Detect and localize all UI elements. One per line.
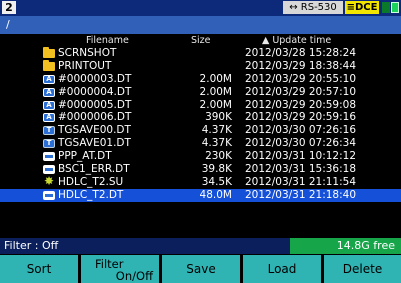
file-row[interactable]: SCRNSHOT 2012/03/28 15:28:24 xyxy=(0,47,401,60)
status-bar: Filter : Off 14.8G free xyxy=(0,238,401,254)
file-row[interactable]: A #0000003.DT 2.00M 2012/03/29 20:55:10 xyxy=(0,73,401,86)
file-size: 2.00M xyxy=(199,85,232,98)
file-name: #0000003.DT xyxy=(58,72,132,85)
file-row[interactable]: PRINTOUT 2012/03/29 18:38:44 xyxy=(0,59,401,73)
col-filename[interactable]: Filename xyxy=(86,35,129,46)
top-status-bar: 2 ↔ RS-530 ≡DCE xyxy=(0,0,401,16)
file-update-time: 2012/03/29 20:55:10 xyxy=(245,72,357,85)
file-name: TGSAVE00.DT xyxy=(58,124,131,137)
file-size: 2.00M xyxy=(199,98,232,111)
delete-button[interactable]: Delete xyxy=(324,255,401,283)
file-name: #0000005.DT xyxy=(58,98,132,111)
col-size[interactable]: Size xyxy=(191,35,211,46)
star-file-icon: ✸ xyxy=(43,173,55,188)
filter-status: Filter : Off xyxy=(4,239,59,252)
folder-icon xyxy=(43,59,55,71)
filter-toggle-button[interactable]: Filter On/Off xyxy=(81,255,159,283)
dce-badge: ≡DCE xyxy=(345,1,379,14)
file-row[interactable]: HDLC_T2.DT 48.0M 2012/03/31 21:18:40 xyxy=(0,188,401,202)
file-update-time: 2012/03/29 20:57:10 xyxy=(245,85,357,98)
file-size: 4.37K xyxy=(201,137,232,150)
t-file-icon: T xyxy=(43,126,55,136)
file-size: 390K xyxy=(205,111,232,124)
file-name: PPP_AT.DT xyxy=(58,150,112,163)
doc-icon xyxy=(43,190,55,200)
dce-label: DCE xyxy=(354,2,378,13)
connection-indicator xyxy=(382,2,390,13)
file-name: PRINTOUT xyxy=(58,59,112,72)
sort-button[interactable]: Sort xyxy=(0,255,78,283)
file-name: #0000004.DT xyxy=(58,85,132,98)
file-name: SCRNSHOT xyxy=(58,47,117,59)
interface-badge: ↔ RS-530 xyxy=(283,1,343,14)
filter-label: Filter xyxy=(95,257,124,271)
file-row[interactable]: ✸ HDLC_T2.SU 34.5K 2012/03/31 21:11:54 xyxy=(0,173,401,189)
file-name: HDLC_T2.SU xyxy=(58,175,124,188)
file-update-time: 2012/03/29 20:59:16 xyxy=(245,111,357,124)
battery-icon xyxy=(391,2,399,13)
column-headers: Filename Size ▲ Update time xyxy=(0,35,401,47)
file-size: 2.00M xyxy=(199,72,232,85)
file-update-time: 2012/03/30 07:26:34 xyxy=(245,137,357,150)
file-update-time: 2012/03/31 15:36:18 xyxy=(245,163,357,176)
file-size: 34.5K xyxy=(201,175,232,188)
file-name: BSC1_ERR.DT xyxy=(58,163,130,176)
file-name: #0000006.DT xyxy=(58,111,132,124)
file-update-time: 2012/03/30 07:26:16 xyxy=(245,124,357,137)
file-row[interactable]: A #0000006.DT 390K 2012/03/29 20:59:16 xyxy=(0,111,401,124)
folder-icon xyxy=(43,47,55,58)
save-button[interactable]: Save xyxy=(162,255,240,283)
file-size: 230K xyxy=(205,150,232,163)
function-keys: Sort Filter On/Off Save Load Delete xyxy=(0,255,401,283)
file-size: 4.37K xyxy=(201,124,232,137)
a-file-icon: A xyxy=(43,113,55,123)
file-row[interactable]: A #0000004.DT 2.00M 2012/03/29 20:57:10 xyxy=(0,86,401,99)
file-update-time: 2012/03/31 21:11:54 xyxy=(245,175,357,188)
file-list: SCRNSHOT 2012/03/28 15:28:24 PRINTOUT 2012/… xyxy=(0,47,401,202)
file-update-time: 2012/03/28 15:28:24 xyxy=(245,47,357,59)
path-bar: / xyxy=(0,16,401,34)
file-row[interactable]: PPP_AT.DT 230K 2012/03/31 10:12:12 xyxy=(0,150,401,163)
doc-icon xyxy=(43,152,55,162)
file-update-time: 2012/03/31 10:12:12 xyxy=(245,150,357,163)
window-number: 2 xyxy=(2,1,16,14)
load-button[interactable]: Load xyxy=(243,255,321,283)
file-name: TGSAVE01.DT xyxy=(58,137,131,150)
col-update-time[interactable]: ▲ Update time xyxy=(262,35,331,46)
dce-icon: ≡ xyxy=(346,2,355,13)
file-update-time: 2012/03/29 18:38:44 xyxy=(245,59,357,72)
doc-icon xyxy=(43,165,55,175)
interface-label: RS-530 xyxy=(300,2,337,13)
a-file-icon: A xyxy=(43,100,55,110)
on-off-label: On/Off xyxy=(115,269,153,283)
a-file-icon: A xyxy=(43,74,55,84)
file-name: HDLC_T2.DT xyxy=(58,188,124,201)
a-file-icon: A xyxy=(43,87,55,97)
link-icon: ↔ xyxy=(289,2,301,13)
file-row[interactable]: T TGSAVE01.DT 4.37K 2012/03/30 07:26:34 xyxy=(0,137,401,150)
t-file-icon: T xyxy=(43,139,55,149)
file-row[interactable]: BSC1_ERR.DT 39.8K 2012/03/31 15:36:18 xyxy=(0,163,401,176)
current-path: / xyxy=(6,18,10,31)
file-size: 39.8K xyxy=(201,163,232,176)
file-row[interactable]: A #0000005.DT 2.00M 2012/03/29 20:59:08 xyxy=(0,99,401,112)
free-space: 14.8G free xyxy=(290,238,401,254)
file-update-time: 2012/03/31 21:18:40 xyxy=(245,188,357,201)
file-size: 48.0M xyxy=(199,188,232,201)
file-row[interactable]: T TGSAVE00.DT 4.37K 2012/03/30 07:26:16 xyxy=(0,124,401,137)
file-update-time: 2012/03/29 20:59:08 xyxy=(245,98,357,111)
